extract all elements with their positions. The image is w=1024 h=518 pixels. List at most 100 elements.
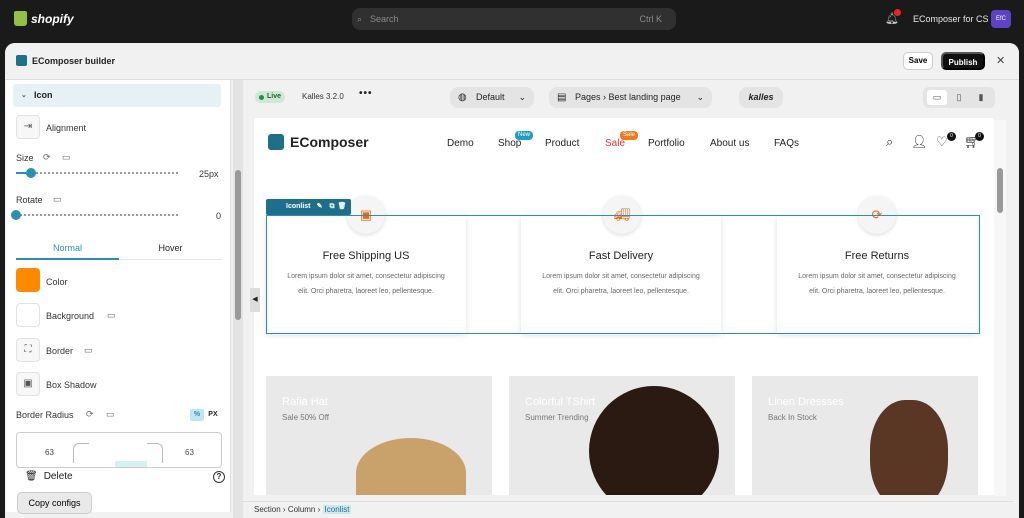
radius-top-right[interactable]: 63: [185, 448, 194, 457]
model-image: [589, 386, 719, 495]
copy-configs-button[interactable]: Copy configs: [17, 492, 92, 514]
preview-scrollbar[interactable]: [994, 120, 1006, 496]
tab-hover[interactable]: Hover: [119, 238, 222, 260]
panel-scrollbar[interactable]: [233, 80, 243, 518]
desktop-icon[interactable]: ▭: [927, 90, 947, 105]
global-search[interactable]: ⌕ Search Ctrl K: [352, 8, 676, 30]
product-banner[interactable]: Colorful TShirt Summer Trending: [509, 376, 735, 495]
reset-icon[interactable]: ⟳: [86, 409, 94, 420]
delete-button[interactable]: 🗑︎ Delete: [25, 471, 73, 482]
theme-logo[interactable]: kalles: [739, 87, 783, 108]
radius-top-left[interactable]: 63: [45, 448, 54, 457]
nav-faqs[interactable]: FAQs: [774, 138, 799, 149]
product-title: Linen Dressses: [768, 396, 844, 408]
globe-icon: ◍: [458, 92, 467, 103]
desktop-icon[interactable]: ▭: [84, 345, 93, 356]
iconlist-label: Iconlist: [286, 203, 311, 210]
preview-scroll-thumb[interactable]: [997, 168, 1003, 213]
heart-icon[interactable]: ♡: [936, 134, 948, 150]
color-swatch[interactable]: [16, 268, 40, 292]
border-icon[interactable]: ⛶: [16, 338, 40, 362]
trash-icon[interactable]: 🗑︎: [338, 199, 347, 215]
cart-count: 0: [975, 132, 984, 141]
breadcrumb: Section › Column › Iconlist: [243, 501, 1013, 518]
desktop-icon[interactable]: ▭: [107, 310, 116, 321]
breadcrumb-iconlist[interactable]: Iconlist: [322, 505, 352, 514]
size-slider-handle[interactable]: [25, 168, 36, 178]
nav-portfolio[interactable]: Portfolio: [648, 138, 685, 149]
corner-preview-top-left: [73, 443, 89, 463]
search-icon[interactable]: ⌕: [886, 134, 893, 150]
close-icon[interactable]: ✕: [996, 54, 1005, 67]
unit-percent[interactable]: %: [190, 409, 204, 421]
model-image: [870, 400, 948, 495]
page-name: Best landing page: [608, 92, 681, 102]
bell-icon[interactable]: 🔔︎: [885, 9, 901, 25]
avatar[interactable]: EfC: [991, 10, 1011, 28]
nav-demo[interactable]: Demo: [447, 138, 474, 149]
site-preview: EComposer Demo Shop New Product Sale Sal…: [254, 118, 994, 495]
mobile-icon[interactable]: ▮: [971, 90, 991, 105]
box-shadow-icon[interactable]: ▣: [16, 372, 40, 396]
help-icon[interactable]: ?: [213, 471, 225, 483]
page-select[interactable]: ▤ Pages › Best landing page ⌄: [549, 87, 712, 108]
nav-product[interactable]: Product: [545, 138, 579, 149]
unit-toggle: % PX: [190, 409, 220, 421]
desktop-icon[interactable]: ▭: [62, 152, 71, 163]
shopify-logo[interactable]: shopify: [14, 11, 74, 26]
border-radius-editor: 63 63: [16, 432, 222, 468]
unit-px[interactable]: PX: [206, 409, 220, 421]
sale-badge: Sale: [620, 131, 639, 140]
theme-version: Kalles 3.2.0: [302, 92, 344, 101]
duplicate-icon[interactable]: ⧉: [330, 199, 335, 215]
color-label: Color: [46, 277, 68, 287]
device-select[interactable]: ◍ Default ⌄: [450, 87, 534, 108]
collapse-panel-button[interactable]: ◀: [250, 288, 260, 312]
user-icon[interactable]: 👤︎: [911, 134, 928, 150]
breadcrumb-section[interactable]: Section: [254, 505, 281, 514]
store-name[interactable]: EComposer for CS: [913, 14, 989, 24]
rotate-value: 0: [216, 211, 222, 221]
rotate-slider-handle[interactable]: [11, 210, 21, 220]
search-placeholder: Search: [370, 14, 399, 24]
selection-tag[interactable]: Iconlist ✎ ⧉ 🗑︎: [266, 199, 351, 215]
builder-header: EComposer builder Save Publish ✕: [5, 43, 1019, 80]
size-value: 25px: [199, 169, 219, 179]
breadcrumb-column[interactable]: Column: [288, 505, 316, 514]
desktop-icon[interactable]: ▭: [53, 194, 62, 205]
publish-button[interactable]: Publish: [941, 52, 985, 70]
tab-normal[interactable]: Normal: [16, 238, 119, 260]
live-badge: Live: [255, 91, 286, 103]
alignment-icon[interactable]: ⇥: [16, 115, 40, 139]
builder-title: EComposer builder: [32, 56, 116, 66]
desktop-icon[interactable]: ▭: [106, 409, 115, 420]
page-icon: ▤: [557, 92, 567, 103]
save-button[interactable]: Save: [903, 52, 933, 70]
corner-preview-bottom: [115, 461, 147, 467]
selection-outline: [266, 215, 980, 334]
rotate-label: Rotate: [16, 195, 43, 205]
settings-panel: ⌄ Icon ⇥ Alignment Size ⟳ ▭ 25px Rotate …: [6, 80, 231, 512]
border-radius-label: Border Radius: [16, 410, 74, 420]
size-slider-track[interactable]: [16, 172, 178, 174]
nav-about[interactable]: About us: [710, 138, 749, 149]
chevron-down-icon: ⌄: [21, 92, 27, 99]
border-label: Border: [46, 346, 74, 356]
reset-icon[interactable]: ⟳: [43, 152, 51, 163]
rotate-slider-track[interactable]: [16, 214, 178, 216]
product-banner[interactable]: Rafia Hat Sale 50% Off: [266, 376, 492, 495]
icon-section-header[interactable]: ⌄ Icon: [13, 84, 221, 107]
background-swatch[interactable]: [16, 303, 40, 327]
product-subtitle: Summer Trending: [525, 413, 589, 422]
edit-icon[interactable]: ✎: [317, 199, 323, 215]
shopify-brand: shopify: [31, 11, 74, 26]
more-icon[interactable]: •••: [359, 88, 373, 99]
site-brand[interactable]: EComposer: [268, 134, 369, 150]
product-title: Rafia Hat: [282, 396, 328, 408]
state-tabs: Normal Hover: [16, 238, 222, 260]
panel-scroll-thumb[interactable]: [235, 170, 241, 320]
hat-image: [356, 438, 466, 495]
product-banner[interactable]: Linen Dressses Back In Stock: [752, 376, 978, 495]
shopify-bag-icon: [14, 11, 27, 26]
tablet-icon[interactable]: ▯: [949, 90, 969, 105]
